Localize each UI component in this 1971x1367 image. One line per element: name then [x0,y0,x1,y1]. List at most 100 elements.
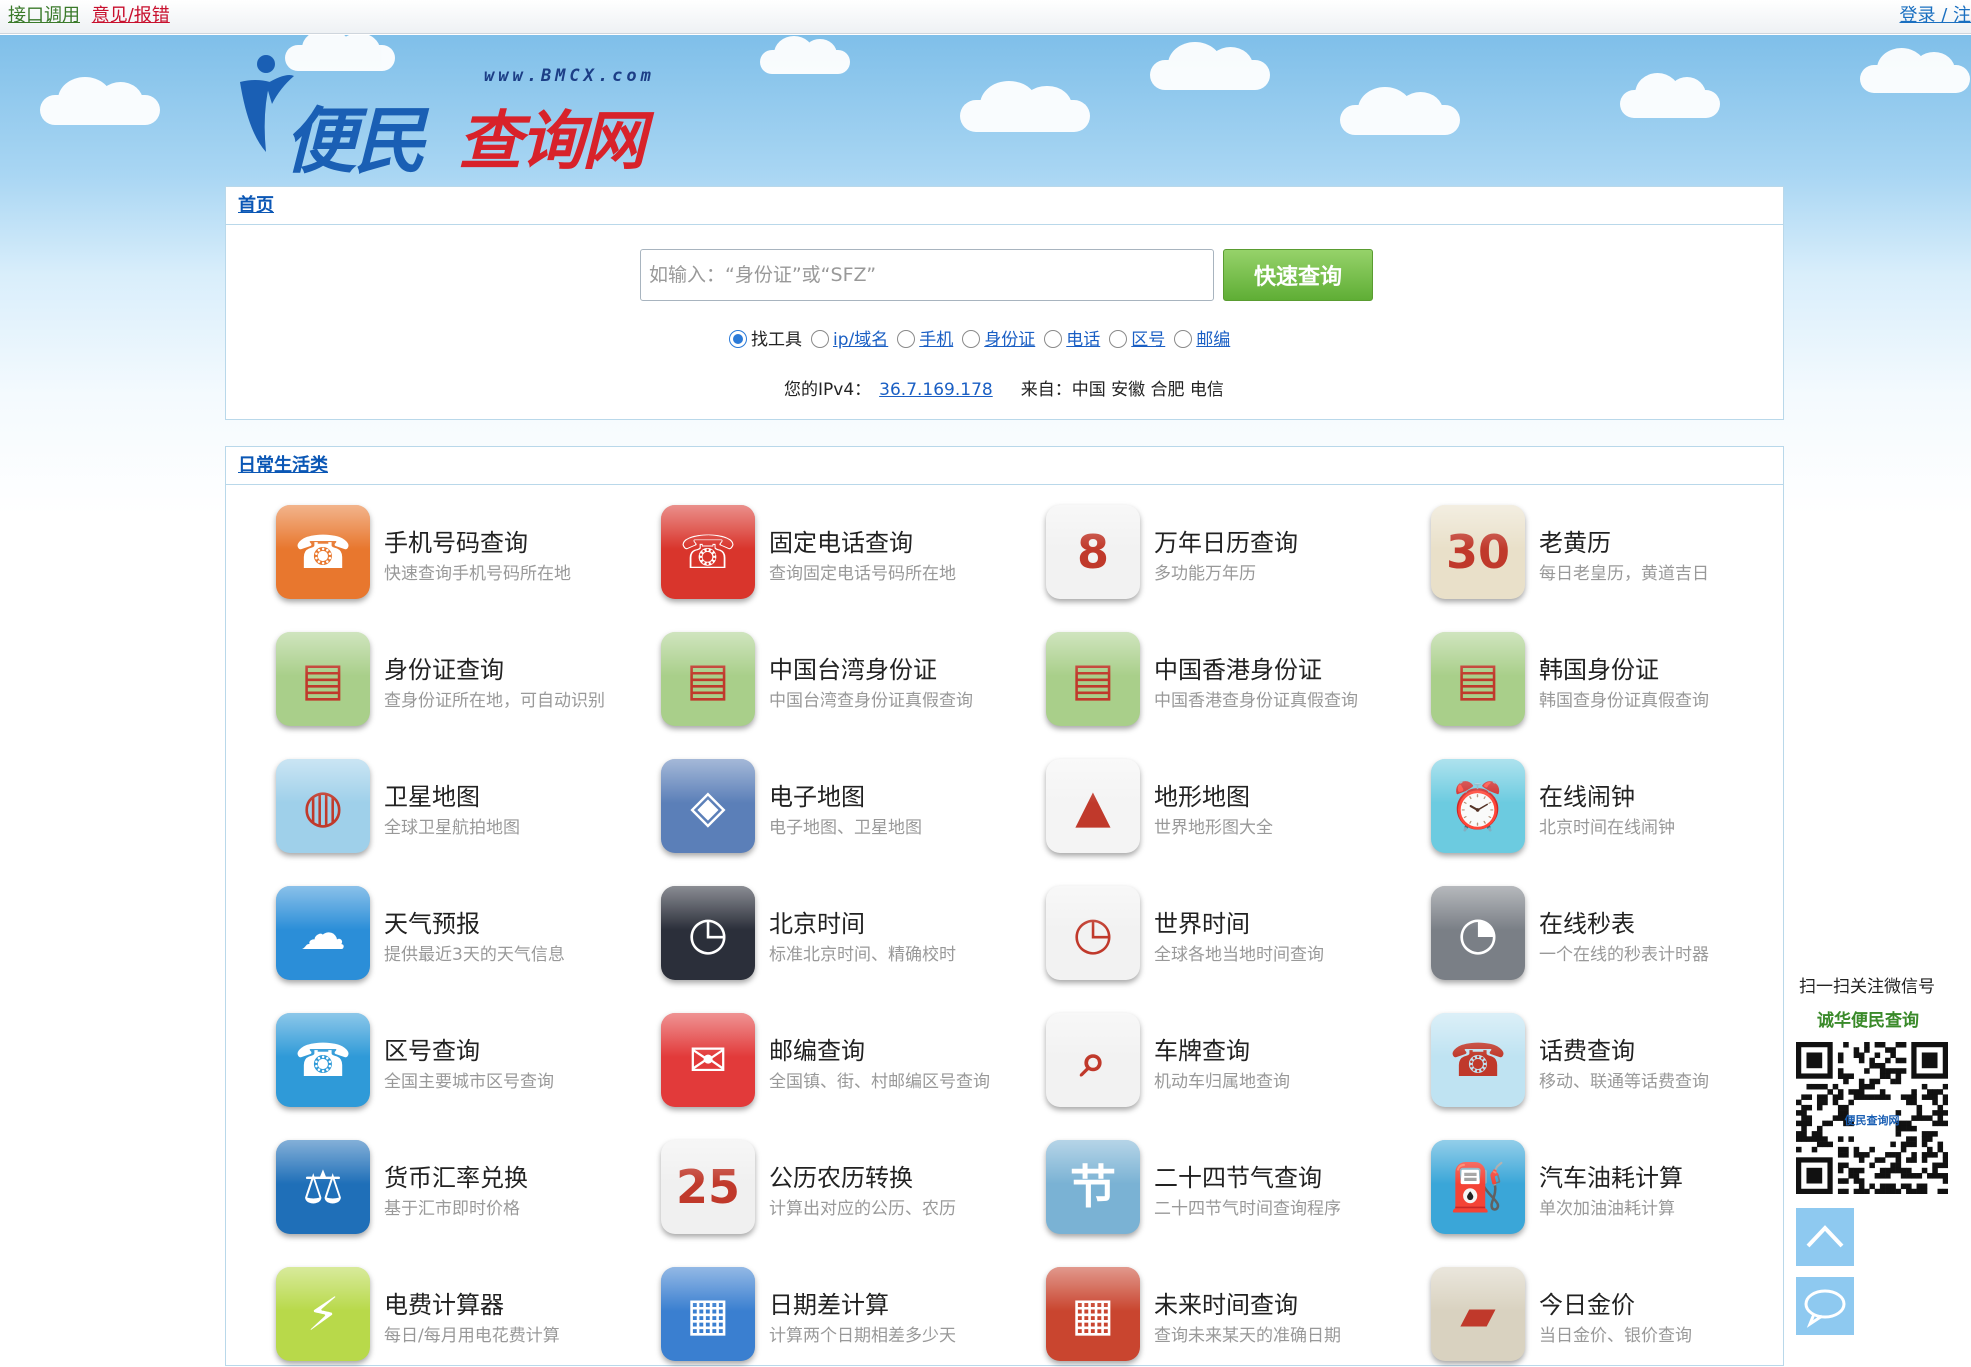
tool-item[interactable]: ⚖ 货币汇率兑换 基于汇市即时价格 [276,1140,646,1240]
search-type-radio[interactable]: 手机 [897,325,953,350]
tool-item[interactable]: ⌕ 车牌查询 机动车归属地查询 [1046,1013,1416,1113]
radio-label[interactable]: ip/域名 [833,330,888,350]
postcode-icon[interactable]: ✉ [661,1013,755,1107]
search-type-radio[interactable]: 找工具 [729,325,802,350]
tool-item[interactable]: 节 二十四节气查询 二十四节气时间查询程序 [1046,1140,1416,1240]
tool-name[interactable]: 二十四节气查询 [1154,1158,1322,1193]
tool-name[interactable]: 电子地图 [769,777,865,812]
tool-name[interactable]: 区号查询 [384,1031,480,1066]
tool-item[interactable]: ▤ 韩国身份证 韩国查身份证真假查询 [1431,632,1801,732]
korea-id-icon[interactable]: ▤ [1431,632,1525,726]
calendar-icon[interactable]: 8 [1046,505,1140,599]
tool-item[interactable]: ◍ 卫星地图 全球卫星航拍地图 [276,759,646,859]
tool-name[interactable]: 地形地图 [1154,777,1250,812]
radio-button[interactable] [729,330,747,348]
tool-name[interactable]: 车牌查询 [1154,1031,1250,1066]
id-card-icon[interactable]: ▤ [276,632,370,726]
tool-name[interactable]: 中国台湾身份证 [769,650,937,685]
tool-name[interactable]: 电费计算器 [384,1285,504,1320]
feedback-link[interactable]: 意见/报错 [92,5,170,26]
radio-button[interactable] [1044,330,1063,348]
search-type-radio[interactable]: 区号 [1109,325,1165,350]
radio-button[interactable] [897,330,916,348]
radio-label[interactable]: 电话 [1066,330,1100,350]
tool-name[interactable]: 日期差计算 [769,1285,889,1320]
clock-icon[interactable]: ◷ [661,886,755,980]
search-type-radio[interactable]: 邮编 [1174,325,1230,350]
radio-label[interactable]: 身份证 [984,330,1035,350]
tool-name[interactable]: 今日金价 [1539,1285,1635,1320]
stopwatch-icon[interactable]: ◔ [1431,886,1525,980]
tool-item[interactable]: ▤ 中国香港身份证 中国香港查身份证真假查询 [1046,632,1416,732]
tool-item[interactable]: ▤ 中国台湾身份证 中国台湾查身份证真假查询 [661,632,1031,732]
tool-name[interactable]: 万年日历查询 [1154,523,1298,558]
currency-scale-icon[interactable]: ⚖ [276,1140,370,1234]
satellite-map-icon[interactable]: ◍ [276,759,370,853]
rotary-phone-icon[interactable]: ☏ [661,505,755,599]
tool-item[interactable]: ◈ 电子地图 电子地图、卫星地图 [661,759,1031,859]
fuel-can-icon[interactable]: ⛽ [1431,1140,1525,1234]
tool-name[interactable]: 世界时间 [1154,904,1250,939]
tool-item[interactable]: ▲ 地形地图 世界地形图大全 [1046,759,1416,859]
radio-button[interactable] [1174,330,1193,348]
tool-item[interactable]: ▦ 未来时间查询 查询未来某天的准确日期 [1046,1267,1416,1367]
tool-item[interactable]: ⚡ 电费计算器 每日/每月用电花费计算 [276,1267,646,1367]
world-time-icon[interactable]: ◷ [1046,886,1140,980]
radio-button[interactable] [1109,330,1128,348]
tool-item[interactable]: 25 公历农历转换 计算出对应的公历、农历 [661,1140,1031,1240]
tool-item[interactable]: ✉ 邮编查询 全国镇、街、村邮编区号查询 [661,1013,1031,1113]
tool-name[interactable]: 身份证查询 [384,650,504,685]
radio-button[interactable] [962,330,981,348]
map-icon[interactable]: ◈ [661,759,755,853]
tool-name[interactable]: 北京时间 [769,904,865,939]
search-type-radio[interactable]: 电话 [1044,325,1100,350]
tool-item[interactable]: ☎ 手机号码查询 快速查询手机号码所在地 [276,505,646,605]
almanac-icon[interactable]: 30 [1431,505,1525,599]
tool-item[interactable]: ▤ 身份证查询 查身份证所在地，可自动识别 [276,632,646,732]
radio-label[interactable]: 邮编 [1196,330,1230,350]
tool-item[interactable]: ▦ 日期差计算 计算两个日期相差多少天 [661,1267,1031,1367]
feedback-chat-button[interactable] [1796,1277,1854,1335]
tool-item[interactable]: ☎ 话费查询 移动、联通等话费查询 [1431,1013,1801,1113]
terrain-map-icon[interactable]: ▲ [1046,759,1140,853]
tool-name[interactable]: 未来时间查询 [1154,1285,1298,1320]
lunar-calendar-icon[interactable]: 25 [661,1140,755,1234]
mobile-phone-icon[interactable]: ☎ [276,505,370,599]
alarm-clock-icon[interactable]: ⏰ [1431,759,1525,853]
search-type-radio[interactable]: ip/域名 [811,325,888,350]
search-input[interactable] [640,249,1214,301]
tool-item[interactable]: ☎ 区号查询 全国主要城市区号查询 [276,1013,646,1113]
login-link[interactable]: 登录 / 注 [1899,0,1971,32]
quick-search-button[interactable]: 快速查询 [1223,249,1373,301]
tool-name[interactable]: 货币汇率兑换 [384,1158,528,1193]
tool-name[interactable]: 汽车油耗计算 [1539,1158,1683,1193]
area-code-icon[interactable]: ☎ [276,1013,370,1107]
site-logo[interactable]: www.BMCX.com 便民 查询网 [236,52,696,183]
license-plate-icon[interactable]: ⌕ [1046,1013,1140,1107]
tool-name[interactable]: 固定电话查询 [769,523,913,558]
tool-name[interactable]: 话费查询 [1539,1031,1635,1066]
radio-label[interactable]: 手机 [919,330,953,350]
tool-name[interactable]: 在线闹钟 [1539,777,1635,812]
radio-button[interactable] [811,330,829,348]
tool-item[interactable]: ⛽ 汽车油耗计算 单次加油油耗计算 [1431,1140,1801,1240]
radio-label[interactable]: 区号 [1131,330,1165,350]
tool-item[interactable]: ◷ 世界时间 全球各地当地时间查询 [1046,886,1416,986]
hongkong-id-icon[interactable]: ▤ [1046,632,1140,726]
back-to-top-button[interactable] [1796,1208,1854,1266]
tool-name[interactable]: 邮编查询 [769,1031,865,1066]
category-title-link[interactable]: 日常生活类 [238,455,328,476]
tool-name[interactable]: 老黄历 [1539,523,1611,558]
tool-item[interactable]: ▰ 今日金价 当日金价、银价查询 [1431,1267,1801,1367]
tool-name[interactable]: 卫星地图 [384,777,480,812]
solar-terms-icon[interactable]: 节 [1046,1140,1140,1234]
api-link[interactable]: 接口调用 [8,5,80,26]
tool-item[interactable]: ◷ 北京时间 标准北京时间、精确校时 [661,886,1031,986]
weather-icon[interactable]: ☁ [276,886,370,980]
breadcrumb-home-link[interactable]: 首页 [238,195,274,216]
tool-name[interactable]: 公历农历转换 [769,1158,913,1193]
tool-item[interactable]: ☏ 固定电话查询 查询固定电话号码所在地 [661,505,1031,605]
tool-name[interactable]: 韩国身份证 [1539,650,1659,685]
tool-name[interactable]: 手机号码查询 [384,523,528,558]
tool-item[interactable]: ☁ 天气预报 提供最近3天的天气信息 [276,886,646,986]
